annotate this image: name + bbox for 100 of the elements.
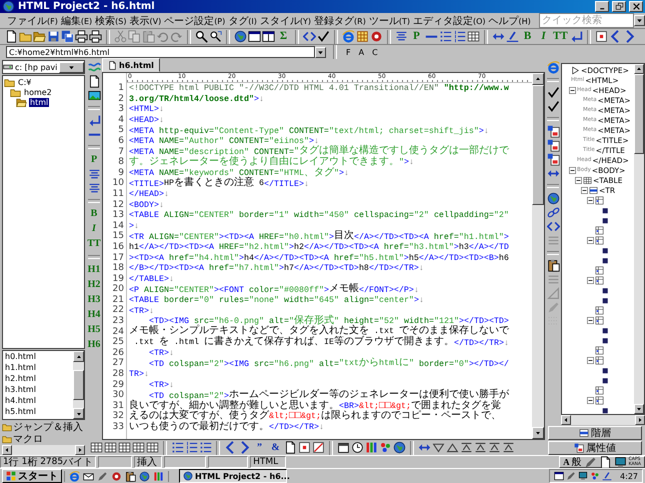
align-lines-icon[interactable] (88, 168, 100, 181)
minus-box-icon[interactable] (587, 196, 594, 204)
picture-icon[interactable] (88, 89, 100, 102)
menu-item[interactable]: ファイル(F) (6, 14, 59, 28)
triangle-lines-icon[interactable] (460, 441, 473, 454)
menu-item[interactable]: ページ設定(P) (163, 14, 226, 28)
file-item[interactable]: h0.html (3, 351, 73, 362)
file-item[interactable]: h1.html (3, 362, 73, 373)
window-icon[interactable] (248, 30, 261, 43)
dropdown-arrow-icon[interactable] (635, 405, 643, 413)
toolbar-button[interactable]: ” (252, 440, 267, 454)
scroll-thumb[interactable] (73, 370, 84, 400)
clipboard-icon[interactable] (546, 259, 560, 272)
minus-box-icon[interactable] (587, 396, 594, 404)
split-window-icon[interactable] (262, 30, 275, 43)
toolbar-button[interactable]: C (370, 48, 380, 56)
minus-box-icon[interactable] (587, 236, 594, 244)
document-icon[interactable] (88, 75, 100, 88)
align-lines-icon[interactable] (395, 30, 408, 43)
triangle-lines-icon[interactable] (474, 441, 487, 454)
menu-item[interactable]: スタイル(Y) (258, 14, 312, 28)
bullet-list-icon[interactable] (171, 441, 184, 454)
dots-icon[interactable] (379, 441, 392, 454)
circle-icon[interactable] (370, 30, 383, 43)
panel-section[interactable]: ジャンプ＆挿入 (13, 420, 83, 434)
check-icon[interactable] (317, 30, 330, 43)
pen-underline-icon[interactable] (506, 30, 519, 43)
table-icon[interactable] (132, 441, 145, 454)
printer-icon[interactable] (75, 30, 88, 43)
triangle-up-icon[interactable] (446, 441, 459, 454)
document-icon[interactable] (598, 456, 612, 468)
scroll-up-icon[interactable] (534, 75, 542, 83)
magnifier-arrow-icon[interactable] (209, 30, 222, 43)
monitor-icon[interactable] (614, 456, 627, 468)
scroll-right-icon[interactable] (76, 446, 84, 454)
minus-box-icon[interactable] (569, 166, 576, 174)
minus-box-icon[interactable] (569, 86, 576, 94)
ring-icon[interactable] (546, 61, 560, 74)
dropdown-arrow-icon[interactable] (534, 429, 542, 437)
menu-item[interactable]: 表示(V) (128, 14, 162, 28)
menu-item[interactable]: 検索(S) (94, 14, 128, 28)
folder-item[interactable]: home2 (23, 88, 53, 96)
code-editor[interactable] (102, 72, 545, 440)
table-icon[interactable] (90, 441, 103, 454)
bullet-list-icon[interactable] (439, 30, 452, 43)
table-icon[interactable] (118, 441, 131, 454)
toolbar-button[interactable]: F (344, 48, 353, 56)
file-item[interactable]: h2.html (3, 373, 73, 384)
address-field[interactable]: C:¥home2¥html¥h6.html (6, 46, 315, 58)
return-arrow-icon[interactable] (570, 30, 583, 43)
restore-button[interactable] (612, 1, 626, 12)
minus-box-icon[interactable] (587, 356, 594, 364)
folder-item[interactable]: html (29, 98, 50, 106)
triangle-lines-icon[interactable] (502, 441, 515, 454)
chain-icon[interactable] (546, 206, 560, 219)
toolbar-button[interactable]: & (268, 440, 283, 454)
check-icon[interactable] (546, 100, 560, 113)
taskbar-button[interactable]: HTML Project2 - h6... (179, 469, 287, 483)
panel-button[interactable]: 属性値 (548, 441, 642, 455)
return-arrow-icon[interactable] (88, 114, 100, 127)
form-icon[interactable] (546, 125, 560, 138)
panel-button[interactable]: 階層 (548, 426, 642, 440)
ime-input-mode[interactable]: 般 (572, 455, 582, 469)
start-button[interactable]: スタート (2, 469, 62, 483)
align-lines-icon[interactable] (88, 182, 100, 195)
pen-underline-icon[interactable] (602, 471, 612, 481)
table-icon[interactable] (467, 30, 480, 43)
drive-dropdown[interactable]: c: [hp pavi (2, 60, 85, 74)
open-folder-icon[interactable] (33, 30, 46, 43)
globe-icon[interactable] (139, 470, 150, 482)
calendar-icon[interactable] (337, 441, 350, 454)
ring-icon[interactable] (342, 30, 355, 43)
file-item[interactable]: h5.html (3, 406, 73, 417)
document-icon[interactable] (5, 30, 18, 43)
menu-item[interactable]: ツール(T) (368, 14, 411, 28)
ime-mode[interactable]: A (563, 457, 570, 467)
bullet-list-icon[interactable] (199, 441, 212, 454)
printer-icon[interactable] (89, 30, 102, 43)
table-icon[interactable] (146, 441, 159, 454)
search-icon[interactable] (195, 30, 208, 43)
check-icon[interactable] (546, 86, 560, 99)
globe-icon[interactable] (393, 441, 406, 454)
globe-icon[interactable] (234, 30, 247, 43)
minus-box-icon[interactable] (587, 276, 594, 284)
close-button[interactable] (629, 1, 643, 12)
scroll-thumb[interactable] (532, 85, 544, 205)
numbered-list-icon[interactable] (453, 30, 466, 43)
minimize-button[interactable] (595, 1, 609, 12)
floppy-disks-icon[interactable] (61, 30, 74, 43)
angle-brackets-icon[interactable] (546, 220, 560, 233)
globe-icon[interactable] (546, 192, 560, 205)
clipboard-icon[interactable] (125, 470, 136, 482)
menu-item[interactable]: エディタ設定(O) (412, 14, 487, 28)
scroll-left-icon[interactable] (3, 446, 11, 454)
grid-icon[interactable] (356, 30, 369, 43)
monitor-icon[interactable] (578, 471, 588, 481)
clock-icon[interactable] (351, 441, 364, 454)
triangle-lines-icon[interactable] (488, 441, 501, 454)
triangle-down-icon[interactable] (432, 441, 445, 454)
file-item[interactable]: h4.html (3, 395, 73, 406)
